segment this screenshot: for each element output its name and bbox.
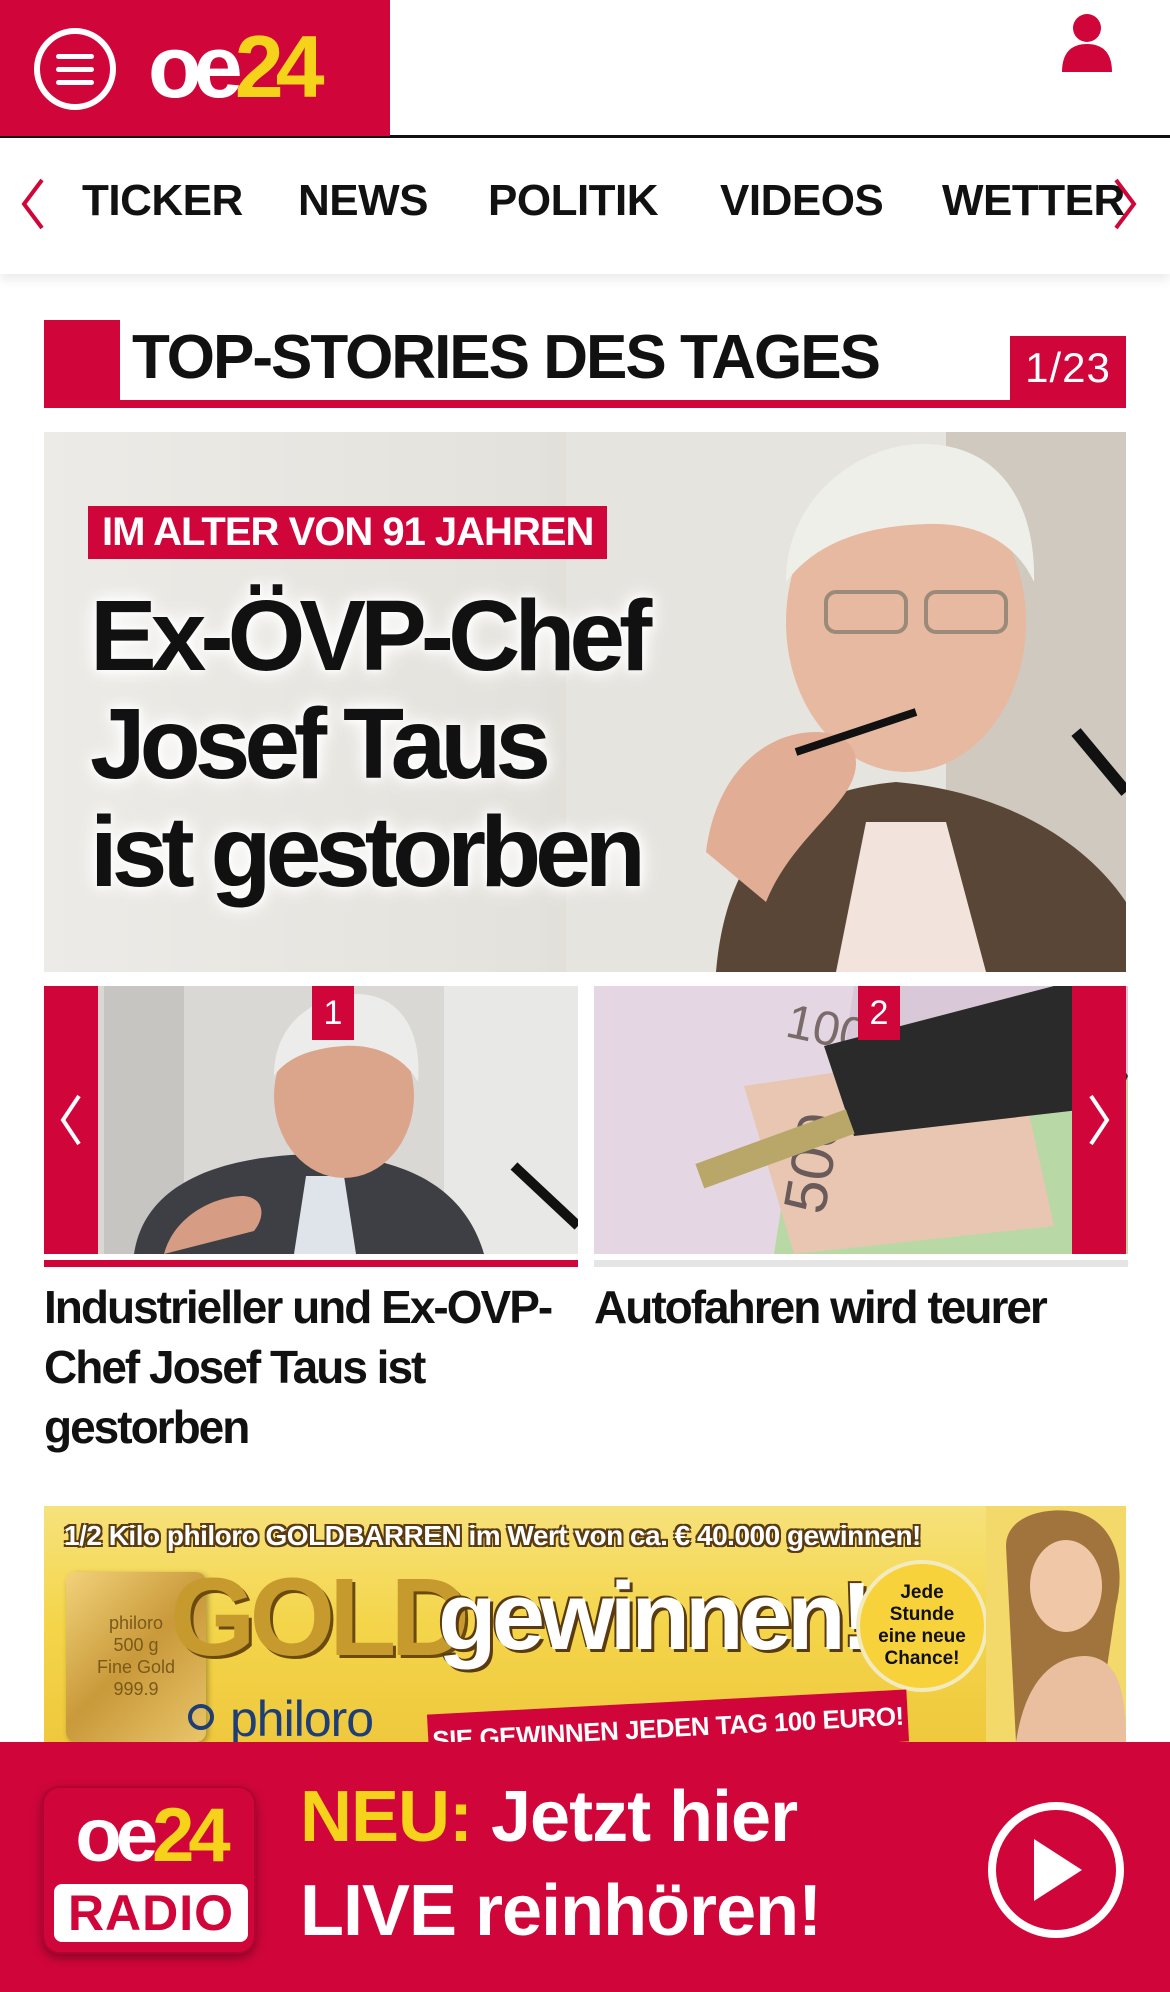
section-marker bbox=[44, 320, 120, 408]
radio-logo: oe24 RADIO bbox=[42, 1786, 256, 1954]
section-underline bbox=[44, 400, 1126, 408]
section-header: TOP-STORIES DES TAGES 1/23 bbox=[44, 320, 1126, 408]
nav-item-ticker[interactable]: TICKER bbox=[82, 176, 243, 226]
story-title[interactable]: Industrieller und Ex-OVP-Chef Josef Taus… bbox=[44, 1277, 578, 1457]
user-icon[interactable] bbox=[1060, 12, 1114, 72]
category-nav: TICKER NEWS POLITIK VIDEOS WETTER bbox=[0, 140, 1170, 274]
ad-gewinnen: gewinnen! bbox=[438, 1563, 873, 1670]
hero-kicker: IM ALTER VON 91 JAHREN bbox=[88, 506, 608, 559]
brand-box: oe24 bbox=[0, 0, 390, 136]
radio-line1-text: Jetzt hier bbox=[472, 1777, 798, 1857]
story-title[interactable]: Autofahren wird teurer bbox=[594, 1277, 1128, 1337]
radio-logo-brand: oe24 bbox=[52, 1792, 248, 1880]
radio-promo-bar[interactable]: oe24 RADIO NEU: Jetzt hier LIVE reinhöre… bbox=[0, 1742, 1170, 1992]
story-rank: 1 bbox=[312, 986, 354, 1040]
chevron-left-icon[interactable] bbox=[18, 174, 48, 234]
chevron-right-icon[interactable] bbox=[1110, 174, 1140, 234]
story-rank: 2 bbox=[858, 986, 900, 1040]
nav-item-videos[interactable]: VIDEOS bbox=[720, 176, 884, 226]
story-card[interactable]: 500 100 2 Autofahren wird teurer bbox=[594, 986, 1128, 1337]
card-indicator bbox=[594, 1260, 1128, 1267]
portrait-photo bbox=[44, 986, 578, 1254]
chevron-right-icon bbox=[1089, 1094, 1110, 1146]
menu-bar bbox=[56, 79, 94, 85]
ad-ribbon: SIE GEWINNEN JEDEN TAG 100 EURO! bbox=[426, 1689, 910, 1742]
play-icon bbox=[1034, 1839, 1082, 1901]
philoro-logo-icon bbox=[188, 1704, 214, 1730]
radio-logo-oe: oe bbox=[75, 1793, 158, 1878]
menu-bar bbox=[56, 53, 94, 59]
ad-model-image bbox=[986, 1506, 1126, 1742]
site-header: oe24 bbox=[0, 0, 1170, 138]
ad-brand: philoro bbox=[230, 1691, 374, 1742]
radio-neu-label: NEU: bbox=[300, 1777, 473, 1857]
site-logo[interactable]: oe24 bbox=[148, 22, 325, 112]
menu-bar bbox=[56, 66, 94, 72]
ad-gold-word: GOLD bbox=[170, 1556, 470, 1679]
radio-promo-line1: NEU: Jetzt hier bbox=[300, 1776, 798, 1858]
hero-story[interactable]: IM ALTER VON 91 JAHREN Ex-ÖVP-Chef Josef… bbox=[44, 432, 1126, 972]
hero-headline[interactable]: Ex-ÖVP-Chef Josef Taus ist gestorben bbox=[90, 582, 710, 906]
story-card[interactable]: 1 Industrieller und Ex-OVP-Chef Josef Ta… bbox=[44, 986, 578, 1457]
logo-24: 24 bbox=[234, 17, 325, 116]
card-active-indicator bbox=[44, 1260, 578, 1267]
play-button[interactable] bbox=[988, 1802, 1124, 1938]
nav-item-politik[interactable]: POLITIK bbox=[488, 176, 659, 226]
story-counter: 1/23 bbox=[1010, 336, 1126, 400]
carousel-prev-button[interactable] bbox=[44, 986, 98, 1254]
story-thumbnail[interactable]: 1 bbox=[44, 986, 578, 1254]
nav-item-news[interactable]: NEWS bbox=[298, 176, 429, 226]
story-carousel: 1 Industrieller und Ex-OVP-Chef Josef Ta… bbox=[44, 986, 1128, 1466]
radio-logo-label: RADIO bbox=[54, 1884, 248, 1942]
logo-oe: oe bbox=[148, 17, 243, 116]
carousel-next-button[interactable] bbox=[1072, 986, 1126, 1254]
ad-top-line: 1/2 Kilo philoro GOLDBARREN im Wert von … bbox=[64, 1520, 921, 1551]
radio-promo-line2: LIVE reinhören! bbox=[300, 1871, 822, 1951]
story-thumbnail[interactable]: 500 100 2 bbox=[594, 986, 1128, 1254]
section-title: TOP-STORIES DES TAGES bbox=[132, 323, 881, 392]
ad-banner[interactable]: 1/2 Kilo philoro GOLDBARREN im Wert von … bbox=[44, 1506, 1126, 1742]
radio-logo-24: 24 bbox=[152, 1793, 231, 1878]
chevron-left-icon bbox=[60, 1094, 81, 1146]
nav-item-wetter[interactable]: WETTER bbox=[942, 176, 1125, 226]
hamburger-menu-icon[interactable] bbox=[34, 28, 116, 110]
ad-badge: Jede Stunde eine neue Chance! bbox=[856, 1560, 988, 1692]
